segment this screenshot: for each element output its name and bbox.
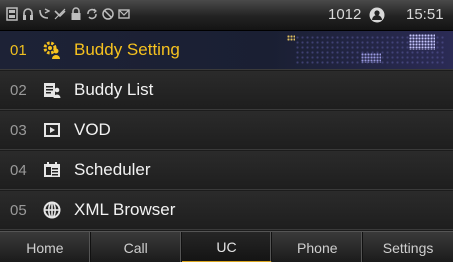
call-forward-icon [38,7,50,21]
selection-highlight-pattern [287,35,295,41]
sync-icon [86,7,98,21]
uc-menu-list: 01 Buddy Setting 02 Buddy List 03 VOD 04… [0,31,453,230]
menu-item-label: Buddy List [74,80,154,99]
tab-home[interactable]: Home [0,232,91,262]
scheduler-icon [42,160,62,180]
menu-item-vod[interactable]: 03 VOD [0,111,453,150]
menu-item-scheduler[interactable]: 04 Scheduler [0,151,453,190]
menu-item-number: 05 [10,201,27,219]
tab-settings[interactable]: Settings [363,232,453,262]
selection-highlight-pattern [409,34,435,50]
selection-highlight-pattern [361,53,381,63]
buddy-list-icon [42,80,62,100]
extension-number: 1012 [328,6,362,23]
menu-item-xml-browser[interactable]: 05 XML Browser [0,191,453,230]
message-icon [118,7,130,21]
menu-item-label: Scheduler [74,160,151,179]
tab-phone[interactable]: Phone [272,232,364,262]
menu-item-number: 01 [10,41,27,59]
menu-item-buddy-setting[interactable]: 01 Buddy Setting [0,31,453,70]
headset-icon [22,7,34,21]
bottom-tab-bar: Home Call UC Phone Settings [0,231,453,262]
phone-book-icon [6,7,18,21]
user-presence-icon [369,7,385,28]
missed-call-icon [54,7,66,21]
lock-icon [70,7,82,21]
menu-item-buddy-list[interactable]: 02 Buddy List [0,71,453,110]
tab-call[interactable]: Call [91,232,182,262]
xml-browser-icon [42,200,62,220]
buddy-setting-icon [42,40,62,60]
menu-item-label: Buddy Setting [74,40,180,59]
phone-screen: 1012 15:51 01 Buddy Setting 02 Buddy Lis… [0,0,453,262]
do-not-disturb-icon [102,7,114,21]
menu-item-label: VOD [74,120,111,139]
status-icons [6,7,130,21]
menu-item-number: 04 [10,161,27,179]
menu-item-number: 03 [10,121,27,139]
menu-item-label: XML Browser [74,200,176,219]
tab-uc[interactable]: UC [181,232,273,262]
status-bar: 1012 15:51 [0,0,453,31]
menu-item-number: 02 [10,81,27,99]
clock: 15:51 [406,6,444,23]
vod-icon [42,120,62,140]
